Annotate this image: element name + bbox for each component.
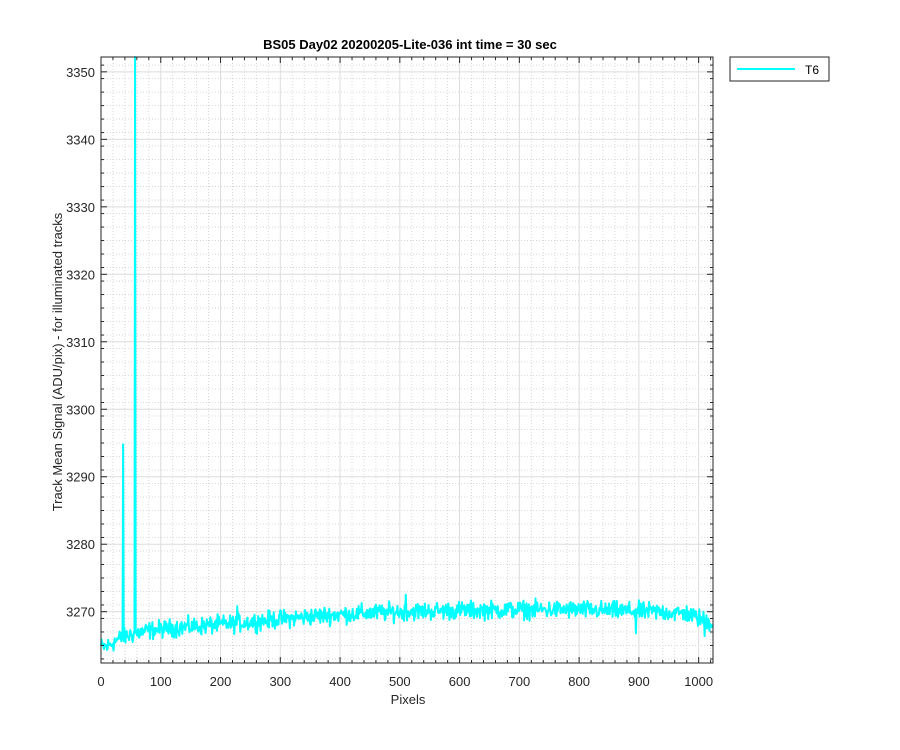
x-tick-label: 600 (449, 674, 471, 689)
y-tick-label: 3270 (66, 605, 95, 620)
x-tick-label: 700 (509, 674, 531, 689)
y-tick-label: 3280 (66, 537, 95, 552)
x-axis-label: Pixels (391, 692, 426, 707)
y-tick-label: 3310 (66, 335, 95, 350)
y-tick-label: 3350 (66, 65, 95, 80)
x-tick-label: 800 (568, 674, 590, 689)
plot-area (101, 57, 713, 663)
x-tick-label: 1000 (684, 674, 713, 689)
plot-background (101, 57, 713, 663)
legend: T6 (729, 56, 830, 82)
x-tick-label: 400 (329, 674, 351, 689)
y-tick-label: 3340 (66, 132, 95, 147)
legend-label-t6: T6 (805, 63, 819, 77)
x-tick-label: 200 (210, 674, 232, 689)
x-tick-label: 500 (389, 674, 411, 689)
y-tick-label: 3320 (66, 267, 95, 282)
y-tick-label: 3290 (66, 470, 95, 485)
chart: 0 100 200 300 400 500 600 700 800 900 1000 3270 3280… (0, 0, 900, 750)
x-tick-label: 900 (628, 674, 650, 689)
x-tick-label: 300 (269, 674, 291, 689)
y-tick-label: 3330 (66, 200, 95, 215)
x-tick-label: 0 (97, 674, 104, 689)
y-tick-label: 3300 (66, 402, 95, 417)
chart-title: BS05 Day02 20200205-Lite-036 int time = … (263, 37, 557, 52)
x-tick-label: 100 (150, 674, 172, 689)
y-axis-label: Track Mean Signal (ADU/pix) - for illumi… (50, 212, 65, 511)
